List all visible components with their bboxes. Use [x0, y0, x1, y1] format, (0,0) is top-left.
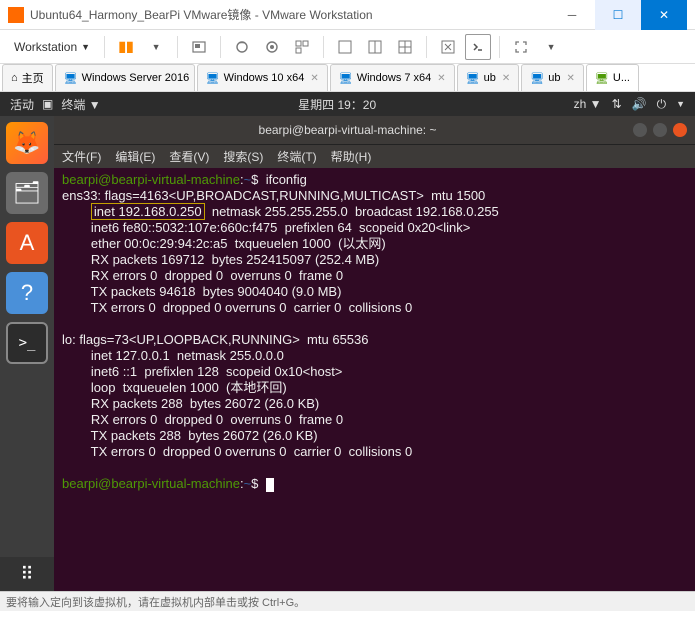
terminal-launcher-icon[interactable]: >_ [6, 322, 48, 364]
help-icon[interactable]: ? [6, 272, 48, 314]
tab-win10[interactable]: 🖥Windows 10 x64✕ [197, 64, 328, 91]
status-text: 要将输入定向到该虚拟机，请在虚拟机内部单击或按 Ctrl+G。 [6, 594, 305, 610]
terminal-window-title: bearpi@bearpi-virtual-machine: ~ [62, 123, 633, 137]
vmware-toolbar: Workstation ▼ ▮▮ ▼ ▼ [0, 30, 695, 64]
vmware-icon [8, 7, 24, 23]
power-dropdown[interactable]: ▼ [143, 34, 169, 60]
close-icon[interactable]: ✕ [567, 73, 575, 84]
manage-button[interactable] [289, 34, 315, 60]
stretch-button[interactable] [435, 34, 461, 60]
monitor-icon: 🖥 [339, 72, 353, 85]
power-icon[interactable]: ⏻ [657, 97, 667, 112]
files-icon[interactable]: 🗂 [6, 172, 48, 214]
window-close-button[interactable] [673, 123, 687, 137]
ubuntu-topbar: 活动 ▣ 终端 ▼ 星期四 19：20 zh ▼ ⇅ 🔊 ⏻ ▼ [0, 92, 695, 116]
show-apps-button[interactable]: ⠿ [0, 557, 54, 591]
software-icon[interactable]: A [6, 222, 48, 264]
tab-ub1[interactable]: 🖥ub✕ [457, 64, 520, 91]
pause-button[interactable]: ▮▮ [113, 34, 139, 60]
tab-ub2[interactable]: 🖥ub✕ [521, 64, 584, 91]
highlighted-ip: inet 192.168.0.250 [91, 203, 205, 220]
cursor [266, 478, 274, 492]
close-button[interactable]: ✕ [641, 0, 687, 30]
fullscreen-button[interactable] [508, 34, 534, 60]
view-single-button[interactable] [332, 34, 358, 60]
close-icon[interactable]: ✕ [437, 73, 445, 84]
window-maximize-button[interactable] [653, 123, 667, 137]
terminal-titlebar[interactable]: bearpi@bearpi-virtual-machine: ~ [54, 116, 695, 144]
input-lang[interactable]: zh ▼ [574, 97, 602, 111]
send-ctrlaltdel-button[interactable] [186, 34, 212, 60]
close-icon[interactable]: ✕ [310, 73, 318, 84]
monitor-icon: 🖥 [206, 72, 220, 85]
activities-button[interactable]: 活动 [10, 96, 34, 113]
revert-button[interactable] [259, 34, 285, 60]
tab-home[interactable]: ⌂主页 [2, 64, 53, 91]
menu-file[interactable]: 文件(F) [62, 148, 101, 165]
ubuntu-desktop[interactable]: bearpi@bearpi-virtual-machine: ~ 文件(F) 编… [54, 116, 695, 591]
terminal-output[interactable]: bearpi@bearpi-virtual-machine:~$ ifconfi… [54, 168, 695, 591]
vmware-titlebar: Ubuntu64_Harmony_BearPi VMware镜像 - VMwar… [0, 0, 695, 30]
app-indicator[interactable]: 终端 ▼ [61, 96, 100, 113]
clock[interactable]: 星期四 19：20 [101, 96, 574, 113]
monitor-icon: 🖥 [466, 72, 480, 85]
vm-tab-bar: ⌂主页 🖥Windows Server 2016✕ 🖥Windows 10 x6… [0, 64, 695, 92]
console-button[interactable] [465, 34, 491, 60]
monitor-icon: 🖥 [64, 72, 78, 85]
menu-view[interactable]: 查看(V) [169, 148, 209, 165]
view-quad-button[interactable] [392, 34, 418, 60]
terminal-window: bearpi@bearpi-virtual-machine: ~ 文件(F) 编… [54, 116, 695, 591]
menu-search[interactable]: 搜索(S) [223, 148, 263, 165]
snapshot-button[interactable] [229, 34, 255, 60]
menu-terminal[interactable]: 终端(T) [277, 148, 316, 165]
volume-icon[interactable]: 🔊 [632, 97, 647, 111]
network-icon[interactable]: ⇅ [612, 97, 622, 111]
menu-help[interactable]: 帮助(H) [331, 148, 372, 165]
terminal-icon: ▣ [42, 97, 53, 111]
close-icon[interactable]: ✕ [502, 73, 510, 84]
terminal-menubar: 文件(F) 编辑(E) 查看(V) 搜索(S) 终端(T) 帮助(H) [54, 144, 695, 168]
home-icon: ⌂ [11, 72, 18, 84]
minimize-button[interactable]: ─ [549, 0, 595, 30]
window-minimize-button[interactable] [633, 123, 647, 137]
window-title: Ubuntu64_Harmony_BearPi VMware镜像 - VMwar… [30, 6, 549, 23]
vmware-statusbar: 要将输入定向到该虚拟机，请在虚拟机内部单击或按 Ctrl+G。 [0, 591, 695, 611]
menu-edit[interactable]: 编辑(E) [115, 148, 155, 165]
monitor-icon: 🖥 [530, 72, 544, 85]
tab-win7[interactable]: 🖥Windows 7 x64✕ [330, 64, 455, 91]
view-split-button[interactable] [362, 34, 388, 60]
fullscreen-dropdown[interactable]: ▼ [538, 34, 564, 60]
system-menu-dropdown[interactable]: ▼ [676, 99, 685, 109]
maximize-button[interactable]: ☐ [595, 0, 641, 30]
monitor-icon: 🖥 [595, 72, 609, 85]
workstation-menu[interactable]: Workstation ▼ [8, 36, 96, 58]
tab-winserver2016[interactable]: 🖥Windows Server 2016✕ [55, 64, 195, 91]
tab-ubuntu-active[interactable]: 🖥U... [586, 64, 639, 91]
ubuntu-dock: 🦊 🗂 A ? >_ [0, 116, 54, 557]
firefox-icon[interactable]: 🦊 [6, 122, 48, 164]
vm-display[interactable]: 活动 ▣ 终端 ▼ 星期四 19：20 zh ▼ ⇅ 🔊 ⏻ ▼ 🦊 🗂 A ?… [0, 92, 695, 591]
